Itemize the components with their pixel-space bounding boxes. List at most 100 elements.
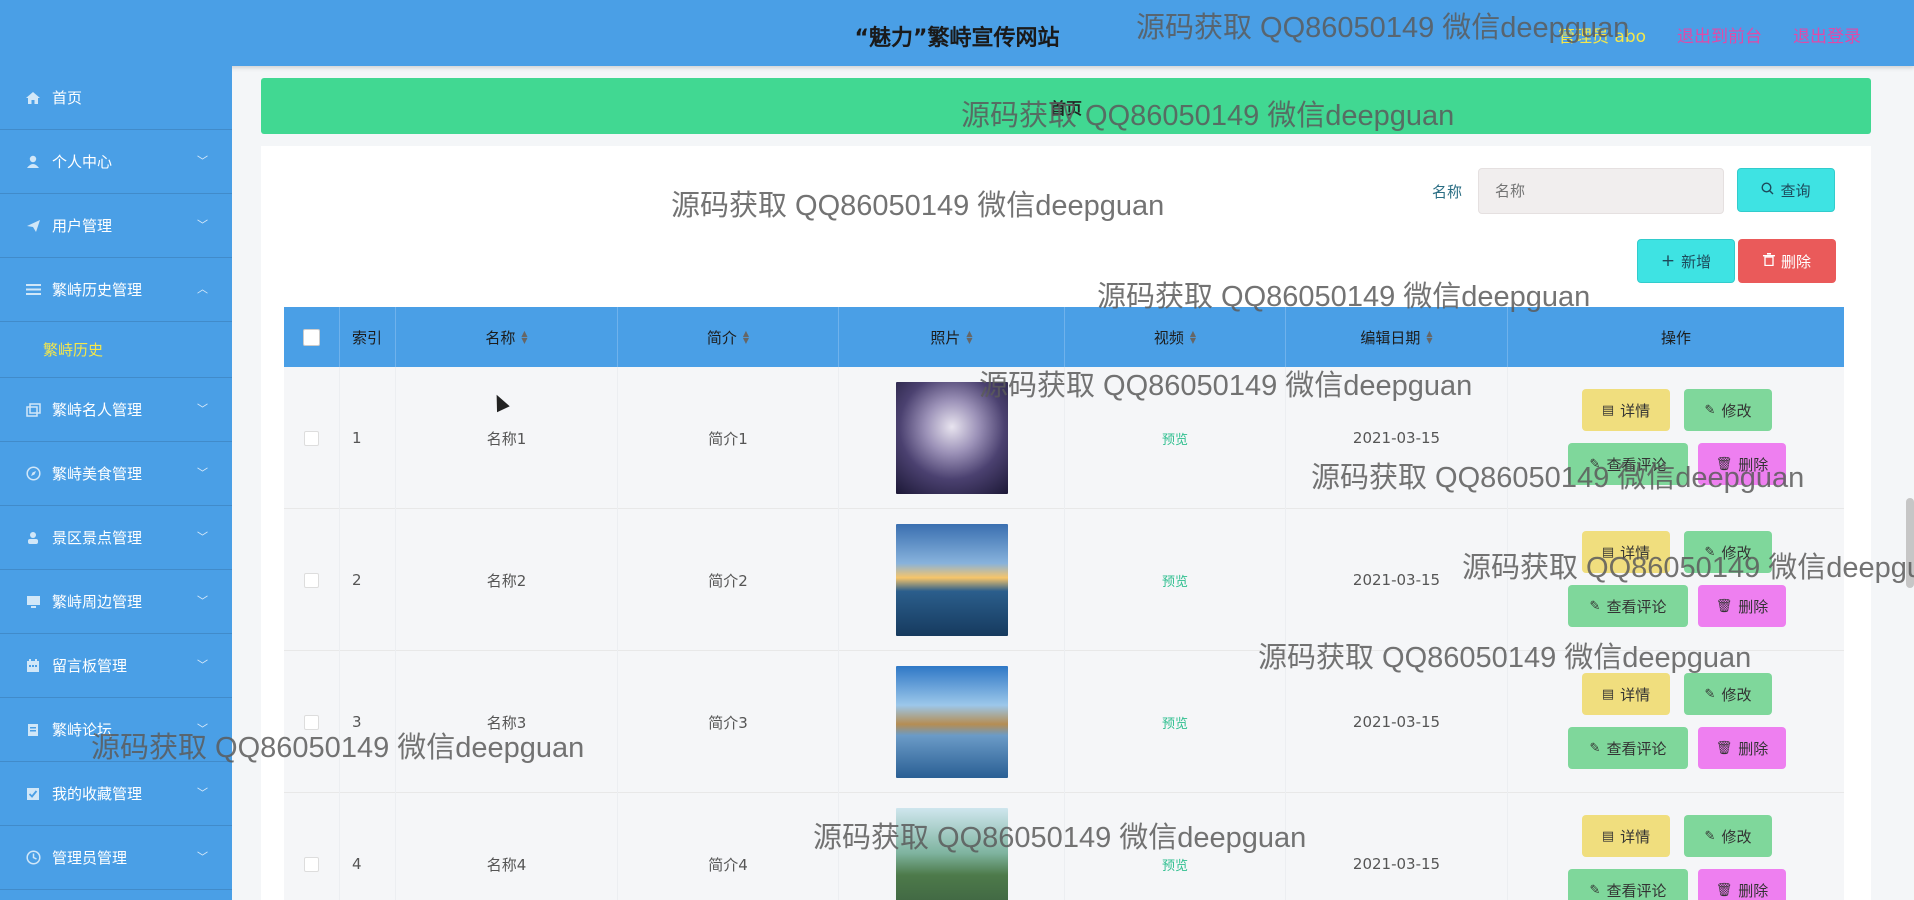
row-name: 名称1 [396,367,618,509]
sidebar-item-label: 繁峙名人管理 [52,401,143,419]
search-button[interactable]: 查询 [1737,168,1835,212]
sidebar-item-label: 繁峙美食管理 [52,465,143,483]
col-video[interactable]: 视频 ▲ ▼ [1065,307,1286,367]
sidebar-item-scenic[interactable]: 景区景点管理 ﹀ [0,506,232,570]
trash-icon: 🗑 [1715,456,1733,472]
sidebar-item-history[interactable]: 繁峙历史管理 ︿ [0,258,232,322]
row-name: 名称3 [396,651,618,793]
pencil-icon: ✎ [1589,740,1601,756]
detail-button[interactable]: ▤ 详情 [1582,815,1670,857]
sidebar-item-guestbook[interactable]: 留言板管理 ﹀ [0,634,232,698]
sort-icon[interactable]: ▲ ▼ [966,330,972,345]
review-label: 查看评论 [1606,597,1667,616]
row-index: 2 [340,509,396,651]
edit-label: 修改 [1721,827,1752,846]
edit-button[interactable]: ✎ 修改 [1684,389,1772,431]
search-input[interactable] [1478,168,1724,214]
video-preview-link[interactable]: 预览 [1162,429,1188,448]
row-index: 1 [340,367,396,509]
chevron-down-icon: ﹀ [197,785,208,799]
delete-button[interactable]: 🗑 删除 [1698,869,1786,900]
col-name[interactable]: 名称 ▲ ▼ [396,307,618,367]
sidebar-item-admins[interactable]: 管理员管理 ﹀ [0,826,232,890]
detail-button[interactable]: ▤ 详情 [1582,531,1670,573]
check-square-icon [24,786,42,802]
row-photo[interactable] [895,524,1008,636]
row-name: 名称2 [396,509,618,651]
sidebar-item-celebrities[interactable]: 繁峙名人管理 ﹀ [0,378,232,442]
delete-button[interactable]: 🗑 删除 [1698,443,1786,485]
view-comments-button[interactable]: ✎ 查看评论 [1568,443,1688,485]
pencil-icon: ✎ [1704,686,1716,702]
sort-icon[interactable]: ▲ ▼ [1190,330,1196,345]
delete-label: 删除 [1738,455,1769,474]
col-actions: 操作 [1508,307,1844,367]
view-comments-button[interactable]: ✎ 查看评论 [1568,869,1688,900]
col-date-label: 编辑日期 [1360,328,1421,347]
sidebar-item-users[interactable]: 用户管理 ﹀ [0,194,232,258]
row-index: 3 [340,651,396,793]
row-photo[interactable] [895,808,1008,900]
row-photo-cell [839,651,1065,793]
sidebar-item-label: 管理员管理 [52,849,128,867]
row-photo[interactable] [895,382,1008,494]
delete-label: 删除 [1738,881,1769,900]
batch-delete-label: 删除 [1780,252,1811,271]
review-label: 查看评论 [1606,739,1667,758]
table-header: 索引 名称 ▲ ▼ 简介 ▲ ▼ 照片 ▲ ▼ 视频 ▲ ▼ 编辑日期 ▲ ▼ 操作 [284,307,1844,367]
select-all-checkbox[interactable] [303,328,320,346]
row-checkbox[interactable] [304,714,319,730]
batch-delete-button[interactable]: 删除 [1738,239,1836,283]
row-checkbox[interactable] [304,430,319,446]
row-checkbox[interactable] [304,856,319,872]
delete-button[interactable]: 🗑 删除 [1698,727,1786,769]
plus-icon: + [1660,251,1676,271]
chevron-down-icon: ﹀ [197,529,208,543]
sort-icon[interactable]: ▲ ▼ [521,330,527,345]
sidebar-item-forum[interactable]: 繁峙论坛 ﹀ [0,698,232,762]
sidebar-item-food[interactable]: 繁峙美食管理 ﹀ [0,442,232,506]
edit-button[interactable]: ✎ 修改 [1684,673,1772,715]
sidebar-item-label: 个人中心 [52,153,113,171]
detail-label: 详情 [1620,685,1651,704]
row-photo[interactable] [895,666,1008,778]
chevron-down-icon: ﹀ [197,465,208,479]
video-preview-link[interactable]: 预览 [1162,713,1188,732]
document-icon: ▤ [1601,686,1615,702]
view-comments-button[interactable]: ✎ 查看评论 [1568,585,1688,627]
sidebar-item-profile[interactable]: 个人中心 ﹀ [0,130,232,194]
sidebar-item-favorites[interactable]: 我的收藏管理 ﹀ [0,762,232,826]
breadcrumb-home[interactable]: 首页 [261,95,1871,119]
delete-button[interactable]: 🗑 删除 [1698,585,1786,627]
top-bar: “魅力”繁峙宣传网站 管理员 abo 退出到前台 退出登录 [0,0,1914,66]
vertical-scrollbar[interactable] [1906,498,1914,588]
sort-icon[interactable]: ▲ ▼ [1426,330,1432,345]
edit-button[interactable]: ✎ 修改 [1684,815,1772,857]
delete-label: 删除 [1738,739,1769,758]
pencil-icon: ✎ [1704,544,1716,560]
pencil-icon: ✎ [1589,882,1601,898]
chevron-up-icon: ︿ [197,281,208,295]
col-name-label: 名称 [485,328,516,347]
edit-button[interactable]: ✎ 修改 [1684,531,1772,573]
row-checkbox[interactable] [304,572,319,588]
add-button[interactable]: + 新增 [1637,239,1735,283]
sort-icon[interactable]: ▲ ▼ [743,330,749,345]
view-comments-button[interactable]: ✎ 查看评论 [1568,727,1688,769]
video-preview-link[interactable]: 预览 [1162,571,1188,590]
pencil-icon: ✎ [1589,456,1601,472]
detail-button[interactable]: ▤ 详情 [1582,389,1670,431]
home-icon [24,90,42,106]
col-photo[interactable]: 照片 ▲ ▼ [839,307,1065,367]
search-label: 名称 [1432,183,1463,201]
detail-button[interactable]: ▤ 详情 [1582,673,1670,715]
col-intro[interactable]: 简介 ▲ ▼ [618,307,839,367]
logout-link[interactable]: 退出登录 [1793,22,1861,47]
sidebar-item-surroundings[interactable]: 繁峙周边管理 ﹀ [0,570,232,634]
row-video-cell: 预览 [1065,509,1286,651]
sidebar-subitem-history[interactable]: 繁峙历史 [0,322,232,378]
video-preview-link[interactable]: 预览 [1162,855,1188,874]
back-to-front-link[interactable]: 退出到前台 [1677,22,1762,47]
col-date[interactable]: 编辑日期 ▲ ▼ [1286,307,1508,367]
sidebar-item-home[interactable]: 首页 [0,66,232,130]
